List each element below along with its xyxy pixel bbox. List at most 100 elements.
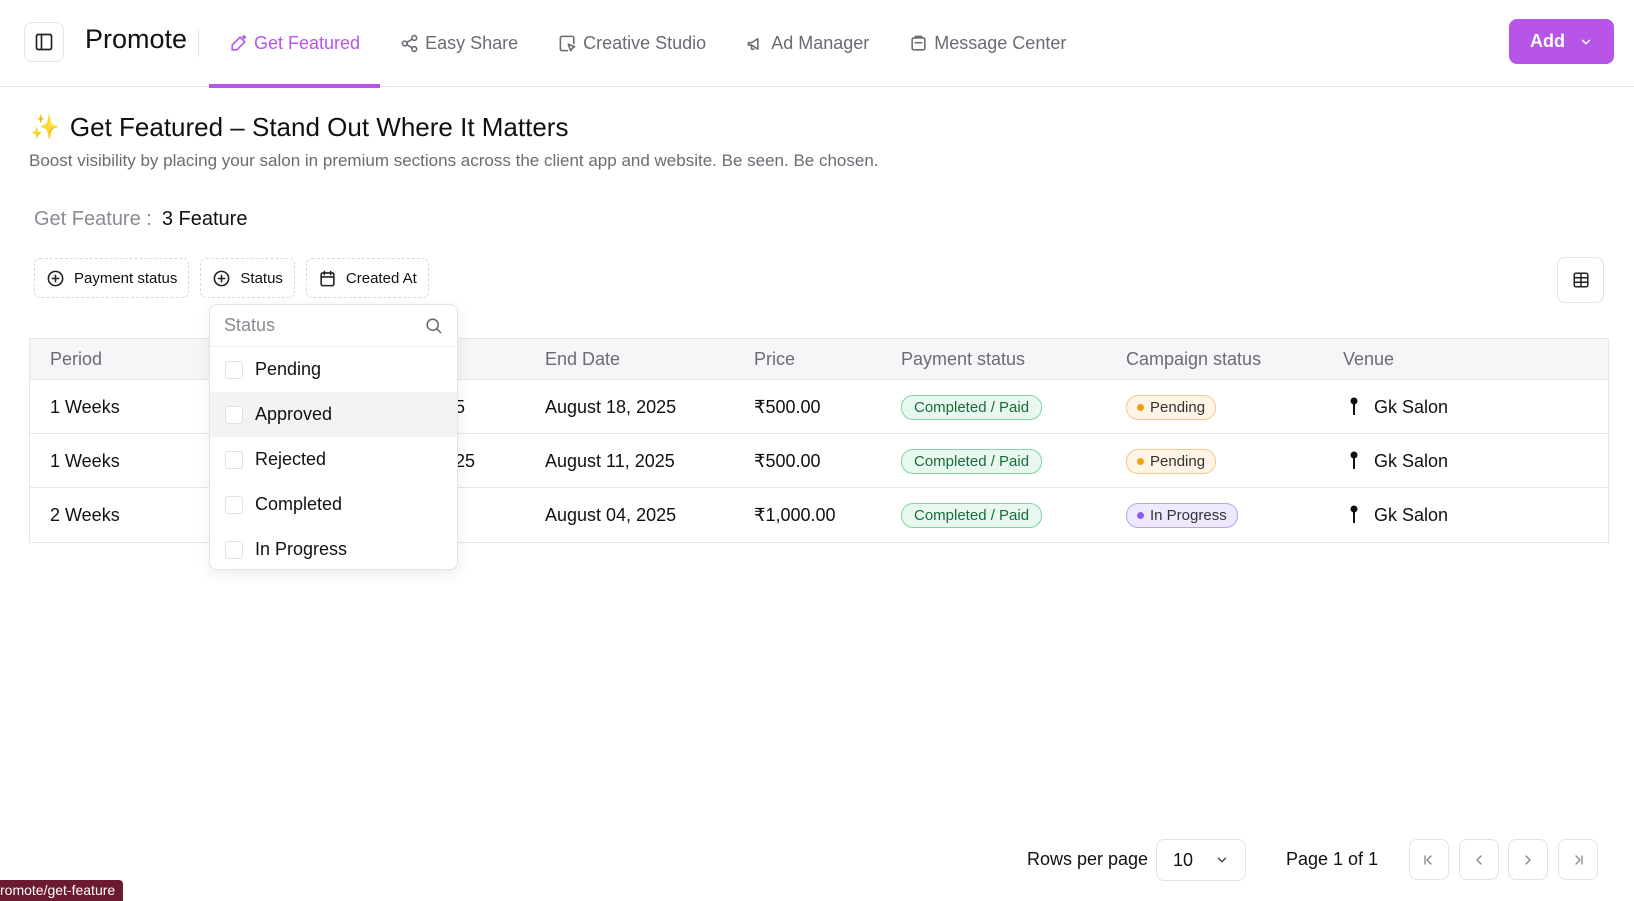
next-page-button[interactable]: [1508, 839, 1548, 880]
cell-payment-status: Completed / Paid: [901, 380, 1043, 434]
chevrons-last-icon: [1575, 854, 1583, 865]
status-dot: [1137, 403, 1144, 411]
calendar-icon: [320, 270, 335, 286]
status-search: [210, 305, 457, 347]
page-subtitle: Boost visibility by placing your salon i…: [29, 151, 879, 170]
status-dot: [1137, 457, 1144, 465]
sparkles-icon: ✨: [30, 114, 60, 141]
status-filter[interactable]: Status: [200, 258, 295, 298]
checkbox[interactable]: [225, 450, 243, 469]
payment-status-badge: Completed / Paid: [901, 394, 1043, 420]
tab-label: Get Featured: [254, 33, 361, 53]
status-option-pending[interactable]: Pending: [210, 347, 457, 392]
sidebar-panel-icon: [35, 33, 53, 51]
tab-get-featured[interactable]: Get Featured: [209, 0, 381, 88]
megaphone-icon: [747, 37, 759, 50]
table-grid-icon: [1573, 272, 1588, 288]
sidebar-toggle-button[interactable]: [24, 22, 64, 62]
rows-per-page-label: Rows per page: [1027, 849, 1149, 869]
status-dropdown: Pending Approved Rejected Completed In P…: [209, 304, 458, 570]
add-button[interactable]: Add: [1509, 19, 1614, 64]
cell-end-date: August 18, 2025: [545, 396, 677, 417]
status-option-completed[interactable]: Completed: [210, 482, 457, 527]
chevron-right-icon: [1525, 854, 1531, 865]
add-button-label: Add: [1530, 31, 1565, 51]
pin-icon: [1350, 397, 1358, 415]
top-header: Promote Get Featured Easy Share Creative…: [0, 0, 1634, 88]
column-header-price[interactable]: Price: [754, 339, 795, 380]
checkbox[interactable]: [225, 495, 243, 514]
pin-icon: [1350, 505, 1358, 523]
tab-easy-share[interactable]: Easy Share: [380, 0, 538, 87]
checkbox[interactable]: [225, 360, 243, 379]
feature-count: Get Feature : 3 Feature: [34, 208, 247, 231]
message-box-icon: [911, 35, 926, 51]
status-option-approved[interactable]: Approved: [210, 392, 457, 437]
status-option-rejected[interactable]: Rejected: [210, 437, 457, 482]
payment-status-badge: Completed / Paid: [901, 502, 1043, 528]
feature-count-label: Get Feature :: [34, 208, 152, 230]
title-divider: [198, 29, 199, 57]
campaign-status-text: Pending: [1150, 452, 1206, 470]
cell-price: ₹1,000.00: [754, 504, 836, 525]
filter-bar: Payment status Status Created At: [34, 258, 429, 298]
last-page-button[interactable]: [1558, 839, 1598, 880]
feature-count-value: 3 Feature: [161, 208, 248, 230]
column-header-venue[interactable]: Venue: [1343, 339, 1394, 380]
checkbox[interactable]: [225, 405, 243, 424]
tab-label: Ad Manager: [771, 33, 870, 53]
payment-status-filter[interactable]: Payment status: [34, 258, 190, 298]
plus-circle-icon: [47, 270, 64, 286]
checkbox[interactable]: [225, 540, 243, 559]
venue-name: Gk Salon: [1374, 450, 1449, 471]
cell-price: ₹500.00: [754, 396, 821, 417]
payment-status-badge: Completed / Paid: [901, 448, 1043, 474]
table-view-toggle[interactable]: [1557, 257, 1604, 303]
cell-start-date: 25: [455, 450, 476, 471]
filter-label: Created At: [345, 269, 417, 287]
cell-payment-status: Completed / Paid: [901, 488, 1043, 542]
tab-label: Easy Share: [425, 33, 519, 53]
cell-period: 1 Weeks: [50, 396, 120, 417]
created-at-filter[interactable]: Created At: [305, 258, 429, 298]
chevron-down-icon: [1581, 39, 1591, 44]
chevron-down-icon: [1217, 857, 1227, 863]
cell-end-date: August 11, 2025: [545, 450, 675, 471]
first-page-button[interactable]: [1409, 839, 1449, 880]
cell-price: ₹500.00: [754, 450, 821, 471]
status-search-input[interactable]: [224, 315, 404, 336]
chevron-left-icon: [1476, 854, 1482, 865]
share-icon: [401, 34, 418, 53]
venue-name: Gk Salon: [1374, 396, 1449, 417]
filter-label: Payment status: [74, 269, 178, 287]
cell-venue: Gk Salon: [1348, 488, 1448, 542]
page-info: Page 1 of 1: [1286, 849, 1379, 869]
rows-per-page-select[interactable]: 10: [1156, 839, 1246, 881]
column-header-end-date[interactable]: End Date: [545, 339, 620, 380]
option-label: In Progress: [255, 539, 348, 559]
search-icon: [426, 318, 442, 334]
venue-name: Gk Salon: [1374, 504, 1449, 525]
column-header-period[interactable]: Period: [50, 339, 102, 380]
pin-icon: [1350, 451, 1358, 469]
option-label: Rejected: [255, 449, 327, 469]
column-header-campaign-status[interactable]: Campaign status: [1126, 339, 1261, 380]
campaign-status-badge: Pending: [1126, 394, 1217, 420]
app-title: Promote: [85, 24, 188, 54]
previous-page-button[interactable]: [1459, 839, 1499, 880]
tab-ad-manager[interactable]: Ad Manager: [726, 0, 889, 87]
tab-creative-studio[interactable]: Creative Studio: [538, 0, 726, 87]
column-header-payment-status[interactable]: Payment status: [901, 339, 1025, 380]
cell-campaign-status: In Progress: [1126, 488, 1238, 542]
plus-circle-icon: [213, 270, 230, 286]
page-title: Get Featured – Stand Out Where It Matter…: [69, 112, 569, 142]
status-option-in-progress[interactable]: In Progress: [210, 527, 457, 572]
option-label: Completed: [255, 494, 343, 514]
tab-message-center[interactable]: Message Center: [889, 0, 1086, 87]
status-dot: [1137, 511, 1144, 519]
campaign-status-text: Pending: [1150, 398, 1206, 416]
cell-period: 2 Weeks: [50, 504, 120, 525]
campaign-status-badge: In Progress: [1126, 502, 1238, 528]
campaign-status-badge: Pending: [1126, 448, 1217, 474]
cell-payment-status: Completed / Paid: [901, 434, 1043, 488]
